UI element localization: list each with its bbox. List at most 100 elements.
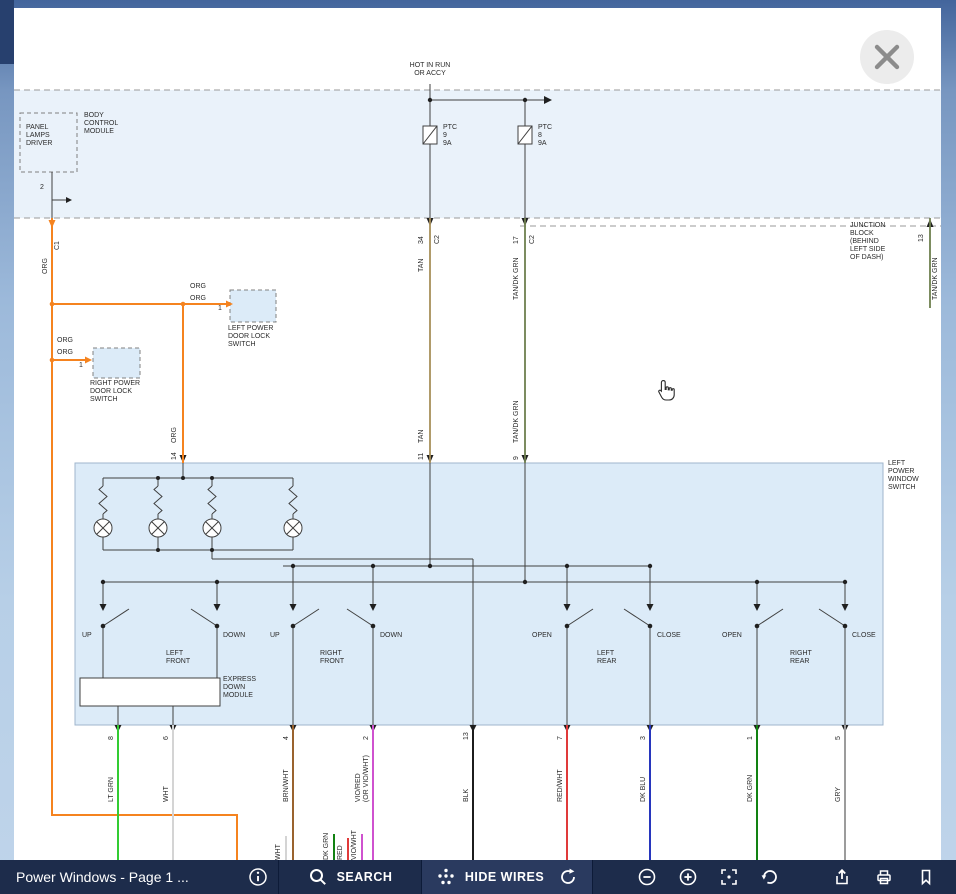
rf-up-label: UP (270, 632, 280, 640)
lr-close-label: CLOSE (657, 632, 681, 640)
cursor-hand-icon (659, 381, 674, 400)
pin-label-13: 13 (918, 234, 926, 242)
org-label: ORG (190, 295, 206, 303)
hide-wires-label: HIDE WIRES (465, 870, 544, 884)
pin-label: 13 (463, 732, 471, 740)
reset-view-icon (760, 867, 780, 887)
wiring-diagram-svg (14, 8, 941, 860)
bcm-band (14, 90, 941, 226)
document-title: Power Windows - Page 1 ... (16, 869, 189, 885)
org-label: ORG (57, 349, 73, 357)
hide-wires-button[interactable]: HIDE WIRES (436, 867, 544, 887)
close-button[interactable] (860, 30, 914, 84)
toolbar-title-section: Power Windows - Page 1 ... (0, 860, 278, 894)
pin-label-lock-right: 1 (79, 362, 83, 370)
rf-name-label: RIGHT FRONT (320, 650, 344, 666)
wire-color-label: BRN/WHT (283, 769, 291, 802)
pin-label-lock-left: 1 (218, 305, 222, 313)
wire-color-label: WHT (163, 786, 171, 802)
right-door-lock-label: RIGHT POWER DOOR LOCK SWITCH (90, 380, 140, 404)
ptc-8-label: PTC 8 9A (538, 124, 552, 148)
lf-up-label: UP (82, 632, 92, 640)
page-background: HOT IN RUN OR ACCY BODY CONTROL MODULE P… (0, 0, 956, 894)
wire-color-label: LT GRN (108, 777, 116, 802)
background-blob (0, 0, 14, 64)
wire-color-label: VIO/RED (OR VIO/WHT) (355, 755, 371, 802)
tan-dk-grn-label: TAN/DK GRN (513, 400, 521, 443)
bookmark-button[interactable] (916, 867, 936, 887)
wire-color-label: BLK (463, 789, 471, 802)
close-icon (872, 42, 902, 72)
connector-label-c1: C1 (54, 241, 62, 250)
hide-wires-section: HIDE WIRES (422, 860, 592, 894)
left-door-lock-label: LEFT POWER DOOR LOCK SWITCH (228, 325, 273, 349)
lf-down-label: DOWN (223, 632, 245, 640)
search-button-label: SEARCH (337, 870, 393, 884)
rr-open-label: OPEN (722, 632, 742, 640)
org-label-vertical: ORG (42, 258, 50, 274)
export-icon (832, 867, 852, 887)
org-markers (49, 220, 234, 364)
wire-color-label: DK GRN (747, 775, 755, 802)
bottom-wires (118, 725, 845, 860)
panel-lamps-driver-label: PANEL LAMPS DRIVER (26, 124, 52, 148)
print-button[interactable] (874, 867, 894, 887)
connector-label-c2: C2 (529, 235, 537, 244)
pin-label: 1 (747, 736, 755, 740)
org-label-vertical: ORG (171, 427, 179, 443)
express-down-module-box (80, 678, 220, 706)
lf-name-label: LEFT FRONT (166, 650, 190, 666)
pin-label: 6 (163, 736, 171, 740)
zoom-controls (593, 860, 780, 894)
window-switch-label: LEFT POWER WINDOW SWITCH (888, 460, 919, 492)
lr-name-label: LEFT REAR (597, 650, 616, 666)
power-source-label: HOT IN RUN OR ACCY (390, 62, 470, 78)
pin-label: 4 (283, 736, 291, 740)
zoom-in-icon (678, 867, 698, 887)
tan-dk-grn-label: TAN/DK GRN (513, 257, 521, 300)
edge-wire-label: RED (337, 845, 345, 860)
info-button[interactable] (248, 867, 268, 887)
info-icon (248, 867, 268, 887)
search-icon (308, 867, 328, 887)
print-icon (874, 867, 894, 887)
wire-color-label: RED/WHT (557, 769, 565, 802)
wire-color-label: DK BLU (640, 777, 648, 802)
right-power-door-lock-switch-box (93, 348, 140, 378)
ptc-9-label: PTC 9 9A (443, 124, 457, 148)
toolbar-actions (832, 860, 956, 894)
diagram-canvas[interactable]: HOT IN RUN OR ACCY BODY CONTROL MODULE P… (14, 8, 941, 860)
pin-label-2: 2 (40, 184, 44, 192)
edge-wire-label: WHT (275, 844, 283, 860)
pin-label: 2 (363, 736, 371, 740)
fit-screen-button[interactable] (719, 867, 739, 887)
pin-label-14: 14 (171, 452, 179, 460)
tan-label: TAN (418, 430, 426, 443)
zoom-out-button[interactable] (637, 867, 657, 887)
wires-icon (436, 867, 456, 887)
pin-label: 7 (557, 736, 565, 740)
refresh-icon (558, 867, 578, 887)
fit-screen-icon (719, 867, 739, 887)
pin-label: 5 (835, 736, 843, 740)
zoom-in-button[interactable] (678, 867, 698, 887)
pin-label-34: 34 (418, 236, 426, 244)
bottom-toolbar: Power Windows - Page 1 ... SEARCH (0, 860, 956, 894)
rr-name-label: RIGHT REAR (790, 650, 812, 666)
rf-down-label: DOWN (380, 632, 402, 640)
left-power-door-lock-switch-box (230, 290, 276, 322)
express-down-module-label: EXPRESS DOWN MODULE (223, 676, 256, 700)
wire-color-label: GRY (835, 787, 843, 802)
pin-label: 8 (108, 736, 116, 740)
refresh-button[interactable] (558, 867, 578, 887)
export-button[interactable] (832, 867, 852, 887)
lr-open-label: OPEN (532, 632, 552, 640)
search-button[interactable]: SEARCH (279, 860, 421, 894)
tan-label: TAN (418, 259, 426, 272)
tan-dk-grn-label: TAN/DK GRN (932, 257, 940, 300)
bcm-label: BODY CONTROL MODULE (84, 112, 118, 136)
connector-label-c2: C2 (434, 235, 442, 244)
pin-label-11: 11 (418, 453, 426, 460)
reset-view-button[interactable] (760, 867, 780, 887)
org-label: ORG (190, 283, 206, 291)
